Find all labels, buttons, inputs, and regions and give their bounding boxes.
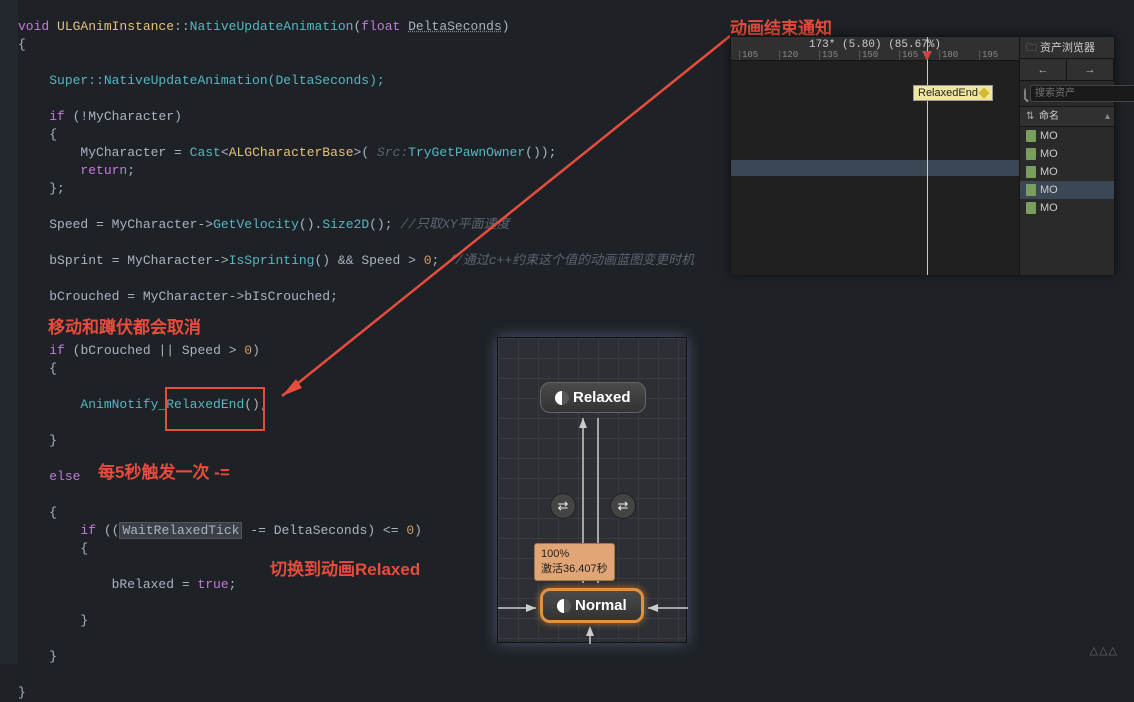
class-name: ULGAnimInstance	[57, 19, 174, 34]
ruler-tick: 135	[819, 50, 838, 60]
var-waitrelaxedtick: WaitRelaxedTick	[119, 522, 242, 539]
state-tooltip: 100% 激活36.407秒	[534, 543, 615, 581]
state-icon	[557, 599, 571, 613]
asset-row[interactable]: MO	[1020, 163, 1114, 181]
asset-icon	[1026, 130, 1036, 142]
asset-name: MO	[1040, 127, 1058, 145]
var-mychar: MyCharacter	[88, 109, 174, 124]
sort-icon	[1026, 107, 1036, 117]
keyword-void: void	[18, 19, 57, 34]
asset-name: MO	[1040, 181, 1058, 199]
search-icon	[1024, 88, 1026, 100]
asset-name: MO	[1040, 163, 1058, 181]
asset-row[interactable]: MO	[1020, 127, 1114, 145]
whitespace-indicator: △△△	[1090, 644, 1118, 658]
highlight-box-animnotify	[165, 387, 265, 431]
state-node-normal[interactable]: Normal	[540, 588, 644, 623]
asset-browser-panel: 🗀资产浏览器 ← → 命名 ▴ MOMOMOMOMO	[1019, 37, 1114, 275]
asset-name: MO	[1040, 145, 1058, 163]
method-name: NativeUpdateAnimation	[190, 19, 354, 34]
ruler-tick: 120	[779, 50, 798, 60]
annotation-cancel: 移动和蹲伏都会取消	[48, 313, 201, 338]
timeline-ruler[interactable]: 173* (5.80) (85.67%) 1051201351501651801…	[731, 37, 1019, 61]
super-call: Super::NativeUpdateAnimation(DeltaSecond…	[49, 73, 384, 88]
state-icon	[555, 391, 569, 405]
timeline-playhead[interactable]	[927, 37, 928, 275]
asset-search-input[interactable]	[1030, 85, 1134, 102]
anim-notify-marker[interactable]: RelaxedEnd	[913, 85, 993, 101]
notify-diamond-icon	[978, 87, 989, 98]
comment: //只取XY平面速度	[400, 217, 509, 232]
param-type: float	[361, 19, 400, 34]
asset-row[interactable]: MO	[1020, 181, 1114, 199]
ruler-tick: 150	[859, 50, 878, 60]
timeline-track-highlight	[731, 160, 1019, 176]
ruler-tick: 105	[739, 50, 758, 60]
asset-row[interactable]: MO	[1020, 145, 1114, 163]
transition-node-right[interactable]: ⇄	[610, 493, 636, 519]
annotation-trigger: 每5秒触发一次 -=	[98, 458, 230, 483]
ruler-tick: 180	[939, 50, 958, 60]
timeline-track-area[interactable]: 173* (5.80) (85.67%) 1051201351501651801…	[731, 37, 1019, 275]
asset-name: MO	[1040, 199, 1058, 217]
annotation-switch: 切换到动画Relaxed	[270, 555, 420, 580]
nav-back-button[interactable]: ←	[1020, 59, 1067, 80]
ruler-tick: 195	[979, 50, 998, 60]
param-name: DeltaSeconds	[408, 19, 502, 34]
asset-icon	[1026, 166, 1036, 178]
asset-column-header[interactable]: 命名 ▴	[1020, 107, 1114, 127]
asset-icon	[1026, 148, 1036, 160]
asset-browser-title: 🗀资产浏览器	[1020, 37, 1114, 59]
asset-icon	[1026, 202, 1036, 214]
animation-timeline-panel: 173* (5.80) (85.67%) 1051201351501651801…	[730, 36, 1115, 274]
folder-icon: 🗀	[1026, 42, 1037, 54]
asset-row[interactable]: MO	[1020, 199, 1114, 217]
comment: //通过c++约束这个值的动画蓝图变更时机	[447, 253, 694, 268]
editor-gutter	[0, 0, 18, 664]
state-node-relaxed[interactable]: Relaxed	[540, 382, 646, 413]
asset-icon	[1026, 184, 1036, 196]
nav-forward-button[interactable]: →	[1067, 59, 1114, 80]
anim-state-machine[interactable]: Relaxed ⇄ ⇄ 100% 激活36.407秒 Normal	[497, 337, 687, 643]
ruler-tick: 165	[899, 50, 918, 60]
transition-node-left[interactable]: ⇄	[550, 493, 576, 519]
